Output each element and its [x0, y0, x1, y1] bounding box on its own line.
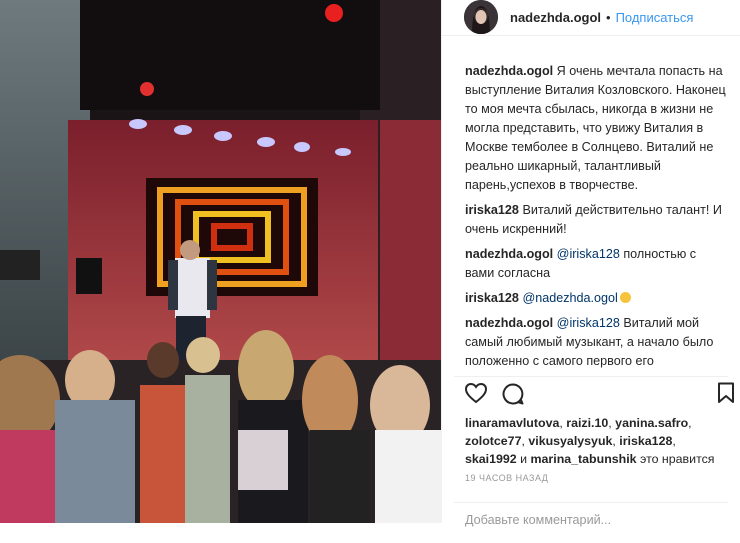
comment-item: iriska128 Виталий действительно талант! … [465, 201, 728, 239]
comment-icon[interactable] [501, 382, 525, 406]
wink-emoji-icon [619, 292, 631, 303]
comment-mention[interactable]: @iriska128 [557, 316, 620, 330]
liker-username[interactable]: yanina.safro [615, 416, 688, 430]
post-header: nadezhda.ogol • Подписаться [442, 0, 740, 36]
post-side-panel: nadezhda.ogol • Подписаться nadezhda.ogo… [441, 0, 740, 527]
likes-suffix: это нравится [640, 452, 715, 466]
caption-username[interactable]: nadezhda.ogol [465, 64, 553, 78]
liker-username[interactable]: marina_tabunshik [531, 452, 637, 466]
post-actions [464, 382, 734, 406]
caption-text: Я очень мечтала попасть на выступление В… [465, 64, 726, 192]
liker-username[interactable]: zolotce77 [465, 434, 521, 448]
caption: nadezhda.ogol Я очень мечтала попасть на… [465, 62, 728, 195]
comment-item: iriska128 @nadezhda.ogol [465, 289, 728, 308]
concert-photo [0, 0, 441, 523]
comment-mention[interactable]: @nadezhda.ogol [522, 291, 617, 305]
post-photo[interactable] [0, 0, 441, 523]
likes-and: и [520, 452, 528, 466]
post-timestamp[interactable]: 19 ЧАСОВ НАЗАД [465, 473, 548, 483]
comment-username[interactable]: nadezhda.ogol [465, 247, 553, 261]
heart-icon[interactable] [464, 382, 488, 404]
comment-mention[interactable]: @iriska128 [557, 247, 620, 261]
comment-username[interactable]: iriska128 [465, 291, 519, 305]
avatar-image-icon [464, 0, 498, 34]
liker-username[interactable]: vikusyalysyuk [528, 434, 612, 448]
likes-list: linaramavlutova, raizi.10, yanina.safro,… [465, 416, 715, 466]
avatar[interactable] [464, 0, 498, 34]
liker-username[interactable]: linaramavlutova [465, 416, 559, 430]
follow-button[interactable]: Подписаться [616, 10, 694, 25]
comment-item: nadezhda.ogol @iriska128 полностью с вам… [465, 245, 728, 283]
bookmark-icon[interactable] [717, 382, 735, 404]
liker-username[interactable]: skai1992 [465, 452, 517, 466]
header-username[interactable]: nadezhda.ogol [510, 10, 601, 25]
liker-username[interactable]: raizi.10 [566, 416, 608, 430]
divider [454, 376, 728, 377]
comment-item: nadezhda.ogol @iriska128 Виталий мой сам… [465, 314, 728, 374]
comment-username[interactable]: nadezhda.ogol [465, 316, 553, 330]
liker-username[interactable]: iriska128 [619, 434, 672, 448]
comments-list[interactable]: nadezhda.ogol Я очень мечтала попасть на… [465, 62, 728, 374]
comment-username[interactable]: iriska128 [465, 203, 519, 217]
header-separator: • [606, 10, 611, 25]
